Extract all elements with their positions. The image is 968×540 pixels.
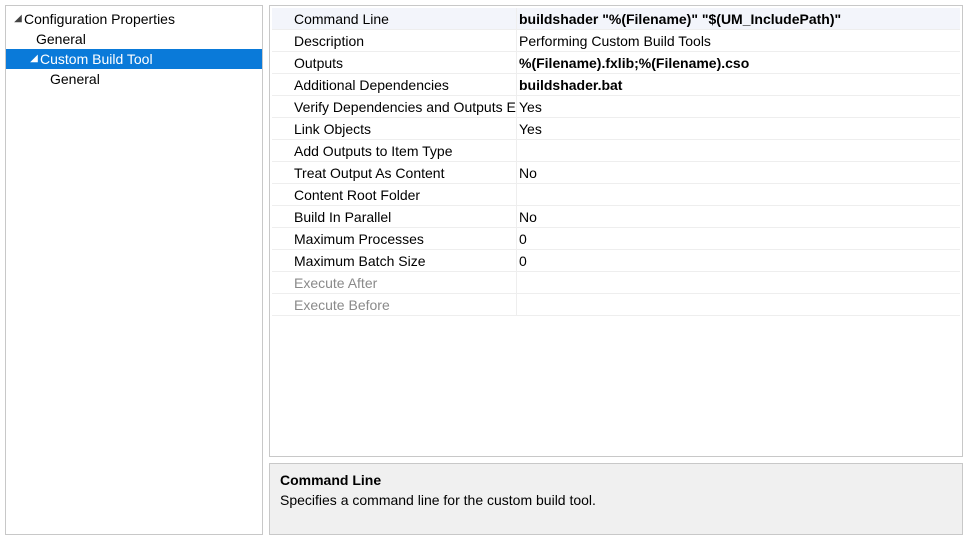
expand-icon: ◢ (28, 49, 40, 69)
property-row-treat-output-content[interactable]: Treat Output As Content No (272, 162, 960, 184)
property-value[interactable] (516, 184, 960, 205)
property-row-description[interactable]: Description Performing Custom Build Tool… (272, 30, 960, 52)
property-grid-body: Command Line buildshader "%(Filename)" "… (272, 8, 960, 316)
property-row-execute-after[interactable]: Execute After (272, 272, 960, 294)
expand-icon: ◢ (12, 9, 24, 29)
property-label: Content Root Folder (272, 184, 516, 205)
property-label: Execute After (272, 272, 516, 293)
property-value[interactable]: No (516, 162, 960, 183)
property-value[interactable] (516, 272, 960, 293)
property-value[interactable] (516, 140, 960, 161)
description-title: Command Line (280, 470, 952, 490)
property-row-content-root-folder[interactable]: Content Root Folder (272, 184, 960, 206)
property-value[interactable]: %(Filename).fxlib;%(Filename).cso (516, 52, 960, 73)
property-label: Link Objects (272, 118, 516, 139)
property-row-link-objects[interactable]: Link Objects Yes (272, 118, 960, 140)
property-label: Maximum Batch Size (272, 250, 516, 271)
tree-item-label: Custom Build Tool (40, 49, 153, 69)
property-value[interactable]: 0 (516, 228, 960, 249)
property-label: Maximum Processes (272, 228, 516, 249)
property-row-execute-before[interactable]: Execute Before (272, 294, 960, 316)
property-value[interactable]: buildshader.bat (516, 74, 960, 95)
tree-item-general-child[interactable]: General (6, 69, 262, 89)
property-label: Outputs (272, 52, 516, 73)
property-label: Verify Dependencies and Outputs Exist (272, 96, 516, 117)
tree-item-config-properties[interactable]: ◢ Configuration Properties (6, 9, 262, 29)
tree-item-general[interactable]: General (6, 29, 262, 49)
tree-item-label: General (50, 69, 100, 89)
property-row-maximum-batch-size[interactable]: Maximum Batch Size 0 (272, 250, 960, 272)
property-label: Build In Parallel (272, 206, 516, 227)
property-label: Treat Output As Content (272, 162, 516, 183)
description-body: Specifies a command line for the custom … (280, 490, 952, 510)
property-value[interactable]: 0 (516, 250, 960, 271)
property-value[interactable]: No (516, 206, 960, 227)
property-row-outputs[interactable]: Outputs %(Filename).fxlib;%(Filename).cs… (272, 52, 960, 74)
property-row-maximum-processes[interactable]: Maximum Processes 0 (272, 228, 960, 250)
nav-tree[interactable]: ◢ Configuration Properties General ◢ Cus… (5, 5, 263, 535)
dialog-frame: ◢ Configuration Properties General ◢ Cus… (0, 0, 968, 540)
right-pane: Command Line buildshader "%(Filename)" "… (269, 5, 963, 535)
description-panel: Command Line Specifies a command line fo… (269, 463, 963, 535)
property-row-command-line[interactable]: Command Line buildshader "%(Filename)" "… (272, 8, 960, 30)
property-label: Additional Dependencies (272, 74, 516, 95)
tree-item-label: General (36, 29, 86, 49)
property-value[interactable]: Yes (516, 96, 960, 117)
property-label: Description (272, 30, 516, 51)
property-value[interactable]: Performing Custom Build Tools (516, 30, 960, 51)
property-label: Add Outputs to Item Type (272, 140, 516, 161)
property-row-verify-deps[interactable]: Verify Dependencies and Outputs Exist Ye… (272, 96, 960, 118)
property-label: Execute Before (272, 294, 516, 315)
property-value[interactable] (516, 294, 960, 315)
property-value[interactable]: buildshader "%(Filename)" "$(UM_IncludeP… (516, 8, 960, 29)
property-row-additional-dependencies[interactable]: Additional Dependencies buildshader.bat (272, 74, 960, 96)
property-row-build-in-parallel[interactable]: Build In Parallel No (272, 206, 960, 228)
property-grid[interactable]: Command Line buildshader "%(Filename)" "… (269, 5, 963, 457)
property-value[interactable]: Yes (516, 118, 960, 139)
tree-item-custom-build-tool[interactable]: ◢ Custom Build Tool (6, 49, 262, 69)
property-label: Command Line (272, 8, 516, 29)
property-row-add-outputs-item-type[interactable]: Add Outputs to Item Type (272, 140, 960, 162)
tree-item-label: Configuration Properties (24, 9, 175, 29)
